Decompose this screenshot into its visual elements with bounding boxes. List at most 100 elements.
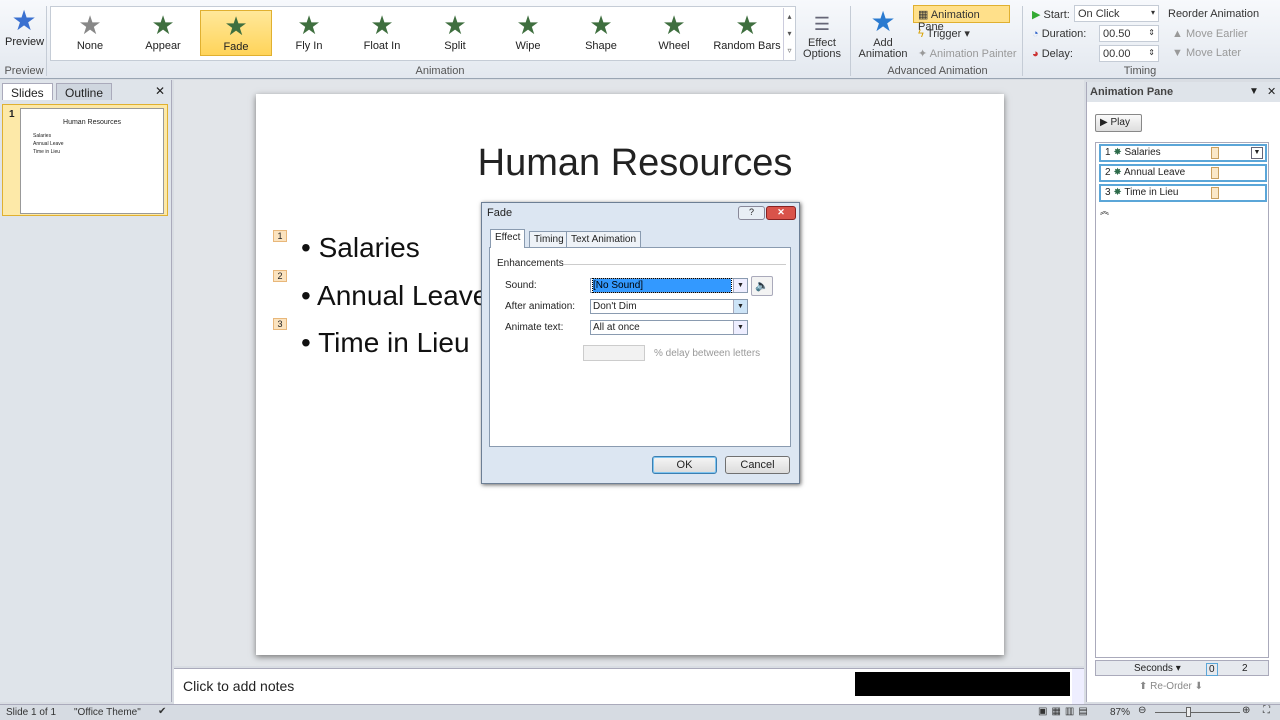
tab-outline[interactable]: Outline bbox=[56, 83, 113, 100]
effect-none[interactable]: ★ None bbox=[54, 10, 126, 56]
move-up-icon[interactable]: ⬆ bbox=[1139, 681, 1147, 692]
fit-slide-icon[interactable]: ⛶ bbox=[1263, 705, 1270, 716]
star-icon: ★ bbox=[151, 10, 175, 40]
reorder-label: Reorder Animation bbox=[1168, 8, 1260, 20]
timing-bar bbox=[1211, 167, 1219, 179]
effect-wheel[interactable]: ★ Wheel bbox=[638, 10, 710, 56]
group-label-advanced: Advanced Animation bbox=[887, 65, 988, 77]
animation-item[interactable]: 3 ✸ Time in Lieu bbox=[1099, 184, 1267, 202]
animation-item[interactable]: 2 ✸ Annual Leave bbox=[1099, 164, 1267, 182]
timing-bar bbox=[1211, 147, 1219, 159]
animation-tag[interactable]: 2 bbox=[273, 270, 287, 282]
play-button[interactable]: ▶ Play bbox=[1095, 114, 1142, 132]
animate-text-label: Animate text: bbox=[505, 322, 564, 333]
notes-scrollbar[interactable] bbox=[1072, 669, 1084, 704]
spellcheck-icon[interactable]: ✔ bbox=[158, 706, 166, 717]
redacted-box bbox=[855, 672, 1070, 696]
effect-options-button[interactable]: ☰ Effect Options bbox=[798, 10, 846, 60]
effect-appear[interactable]: ★ Appear bbox=[127, 10, 199, 56]
tab-effect[interactable]: Effect bbox=[490, 229, 526, 248]
effect-split[interactable]: ★ Split bbox=[419, 10, 491, 56]
delay-input[interactable]: 00.00 ⇕ bbox=[1099, 45, 1159, 62]
star-icon: ★ bbox=[443, 10, 467, 40]
tab-slides[interactable]: Slides bbox=[2, 83, 53, 100]
star-icon: ★ bbox=[516, 10, 540, 40]
ok-button[interactable]: OK bbox=[652, 456, 717, 474]
zoom-level[interactable]: 87% bbox=[1110, 707, 1130, 718]
close-icon[interactable]: ✕ bbox=[155, 84, 165, 98]
animation-pane-button[interactable]: ▦ Animation Pane bbox=[913, 5, 1010, 33]
star-icon: ★ bbox=[78, 10, 102, 40]
duration-input[interactable]: 00.50 ⇕ bbox=[1099, 25, 1159, 42]
animation-painter-button[interactable]: ✦ Animation Painter bbox=[918, 47, 1017, 60]
status-bar: Slide 1 of 1 "Office Theme" ✔ ▣▦▥▤ 87% ⊖… bbox=[0, 704, 1280, 720]
bullet-item[interactable]: • Time in Lieu bbox=[301, 327, 470, 359]
timing-bar bbox=[1211, 187, 1219, 199]
cancel-button[interactable]: Cancel bbox=[725, 456, 790, 474]
timeline-tick: 0 bbox=[1206, 663, 1218, 676]
slide-thumbnail-selected[interactable]: 1 Human Resources Salaries Annual Leave Ti… bbox=[2, 104, 168, 216]
slide-count: Slide 1 of 1 bbox=[6, 707, 57, 718]
tab-text-animation[interactable]: Text Animation bbox=[566, 231, 642, 248]
move-later-button[interactable]: ▼ Move Later bbox=[1172, 47, 1241, 59]
list-icon: ☰ bbox=[813, 14, 831, 34]
zoom-slider-thumb[interactable] bbox=[1186, 707, 1191, 717]
zoom-slider[interactable] bbox=[1155, 712, 1240, 713]
effect-shape[interactable]: ★ Shape bbox=[565, 10, 637, 56]
painter-icon: ✦ bbox=[918, 48, 930, 60]
close-button[interactable]: ✕ bbox=[766, 206, 796, 220]
sound-volume-icon[interactable]: 🔈 bbox=[751, 276, 773, 296]
start-select[interactable]: On Click ▾ bbox=[1074, 5, 1159, 22]
timeline-bar[interactable]: Seconds ▾ 0 2 bbox=[1095, 660, 1269, 676]
effect-wipe[interactable]: ★ Wipe bbox=[492, 10, 564, 56]
after-animation-select[interactable]: Don't Dim ▼ bbox=[590, 299, 748, 314]
theme-name[interactable]: "Office Theme" bbox=[74, 707, 141, 718]
delay-letters-label: % delay between letters bbox=[654, 348, 761, 359]
close-icon[interactable]: ✕ bbox=[1267, 85, 1276, 98]
bullet-item[interactable]: • Annual Leave bbox=[301, 280, 488, 312]
star-icon: ★ bbox=[589, 10, 613, 40]
star-icon: ★ bbox=[370, 10, 394, 40]
star-icon: ★ bbox=[735, 10, 759, 40]
add-animation-button[interactable]: ★ Add Animation bbox=[855, 6, 911, 60]
seconds-dropdown[interactable]: Seconds ▾ bbox=[1134, 663, 1181, 674]
animation-tag[interactable]: 1 bbox=[273, 230, 287, 242]
delay-label: ◕ Delay: bbox=[1032, 48, 1073, 60]
timeline-tick: 2 bbox=[1242, 663, 1248, 674]
animation-tag[interactable]: 3 bbox=[273, 318, 287, 330]
effect-float-in[interactable]: ★ Float In bbox=[346, 10, 418, 56]
notes-pane[interactable]: Click to add notes bbox=[174, 668, 1084, 704]
view-buttons[interactable]: ▣▦▥▤ bbox=[1038, 706, 1092, 717]
animation-item[interactable]: 1 ✸ Salaries ▼ bbox=[1099, 144, 1267, 162]
slide-title[interactable]: Human Resources bbox=[256, 142, 1004, 185]
star-icon: ★ bbox=[662, 10, 686, 40]
zoom-in-icon[interactable]: ⊕ bbox=[1242, 705, 1250, 716]
slides-panel: Slides Outline ✕ 1 Human Resources Salar… bbox=[0, 80, 172, 702]
after-animation-label: After animation: bbox=[505, 301, 576, 312]
help-button[interactable]: ? bbox=[738, 206, 765, 220]
sound-select[interactable]: [No Sound] ▼ bbox=[590, 278, 748, 293]
animation-pane: Animation Pane ▼ ✕ ▶ Play ︽ Seconds ▾ 0 … bbox=[1086, 82, 1280, 702]
preview-star-icon: ★ bbox=[11, 5, 37, 36]
pane-menu-icon[interactable]: ▼ bbox=[1249, 86, 1259, 97]
trigger-button[interactable]: ϟ Trigger ▾ bbox=[918, 27, 970, 40]
reorder-controls: ⬆ Re-Order ⬇ bbox=[1139, 681, 1204, 692]
move-earlier-button[interactable]: ▲ Move Earlier bbox=[1172, 28, 1248, 40]
collapse-icon[interactable]: ︽ bbox=[1100, 204, 1109, 217]
effect-star-icon: ✸ bbox=[1113, 167, 1122, 178]
start-label: ▶ Start: bbox=[1032, 9, 1070, 21]
preview-button[interactable]: ★ Preview bbox=[5, 5, 44, 49]
tab-timing[interactable]: Timing bbox=[529, 231, 569, 248]
effect-random-bars[interactable]: ★ Random Bars bbox=[711, 10, 783, 56]
bullet-item[interactable]: • Salaries bbox=[301, 232, 420, 264]
animate-text-select[interactable]: All at once ▼ bbox=[590, 320, 748, 335]
zoom-out-icon[interactable]: ⊖ bbox=[1138, 705, 1146, 716]
effect-fly-in[interactable]: ★ Fly In bbox=[273, 10, 345, 56]
effect-star-icon: ✸ bbox=[1113, 147, 1122, 158]
move-down-icon[interactable]: ⬇ bbox=[1195, 681, 1203, 692]
slide-thumbnail: Human Resources Salaries Annual Leave Time… bbox=[20, 108, 164, 214]
item-dropdown-icon[interactable]: ▼ bbox=[1251, 147, 1263, 159]
effect-fade[interactable]: ★ Fade bbox=[200, 10, 272, 56]
delay-letters-input[interactable] bbox=[583, 345, 645, 361]
gallery-scroll[interactable]: ▴ ▾ ▿ bbox=[783, 8, 795, 60]
